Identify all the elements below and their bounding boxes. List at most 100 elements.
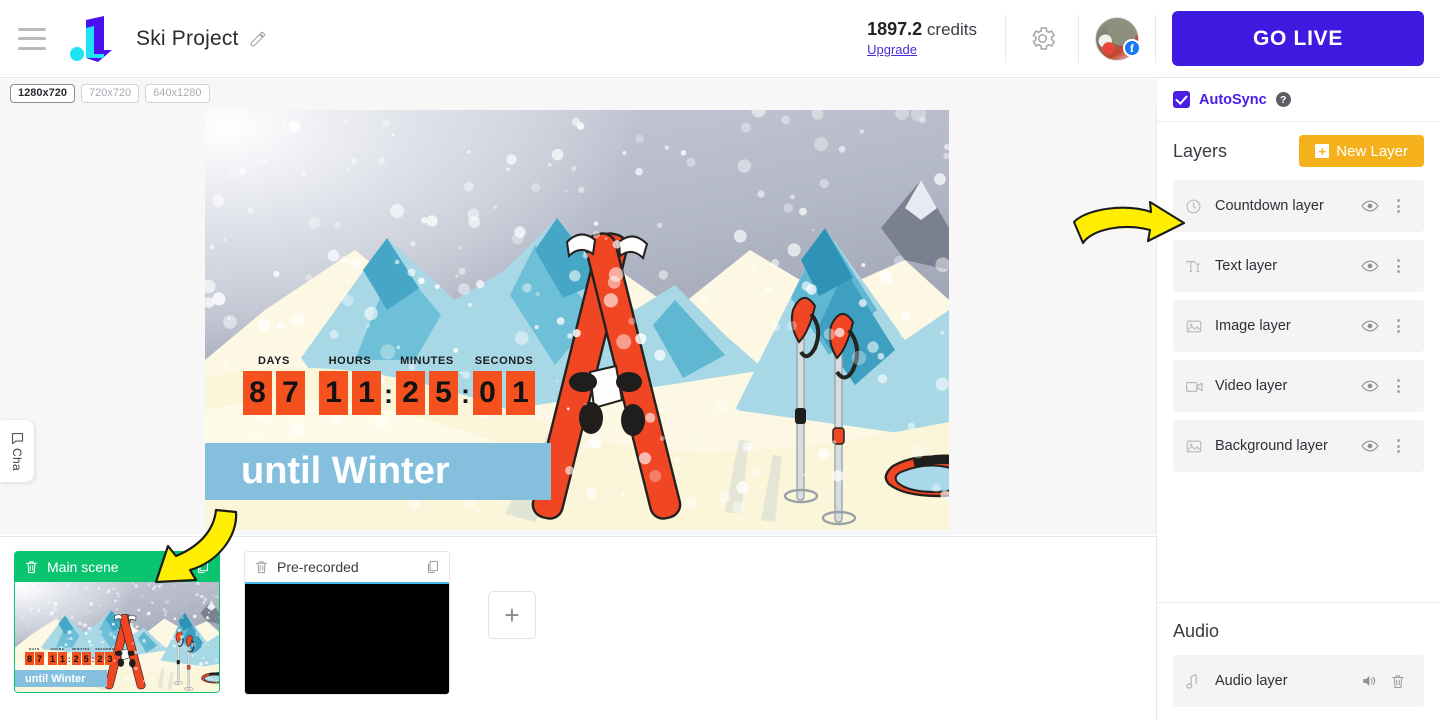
countdown-digit: 2 (396, 371, 425, 415)
hamburger-menu-icon[interactable] (18, 28, 46, 50)
scene-canvas[interactable]: DAYS 8 7 HOURS 1 1 : MINUTES 2 5: SECON… (205, 110, 949, 530)
autosync-label: AutoSync (1199, 92, 1267, 108)
go-live-button[interactable]: GO LIVE (1172, 11, 1424, 66)
countdown-digits-days: 8 7 (243, 371, 305, 415)
thumb-digits-hours: 1 1 (48, 652, 67, 665)
facebook-badge-icon: f (1123, 39, 1141, 57)
scene-card-pre-recorded[interactable]: Pre-recorded (244, 551, 450, 695)
countdown-group-days: DAYS 8 7 (243, 355, 305, 415)
text-layer-widget[interactable]: until Winter (205, 443, 551, 500)
avatar[interactable]: f (1079, 17, 1155, 61)
countdown-label-days: DAYS (258, 355, 290, 367)
plus-icon: + (1315, 144, 1329, 158)
countdown-layer-widget[interactable]: DAYS 8 7 HOURS 1 1 : MINUTES 2 5: SECON… (205, 355, 553, 415)
new-layer-button[interactable]: + New Layer (1299, 135, 1424, 167)
layer-name: Image layer (1215, 318, 1356, 334)
layer-row-text[interactable]: Text layer (1173, 240, 1424, 292)
autosync-row: AutoSync ? (1157, 78, 1440, 122)
countdown-label-seconds: SECONDS (475, 355, 534, 367)
chat-tab-label: Cha (10, 448, 24, 471)
thumb-label-days: DAYS (29, 647, 39, 651)
resolution-option-640x1280[interactable]: 640x1280 (145, 84, 209, 103)
pencil-icon[interactable] (249, 30, 267, 48)
duplicate-icon[interactable] (425, 559, 440, 575)
thumb-separator: : (68, 655, 71, 664)
thumb-separator: : (92, 655, 95, 664)
kebab-menu-icon[interactable] (1384, 319, 1412, 333)
layer-name: Countdown layer (1215, 198, 1356, 214)
kebab-menu-icon[interactable] (1384, 199, 1412, 213)
autosync-checkbox[interactable] (1173, 91, 1190, 108)
layers-header: Layers + New Layer (1157, 122, 1440, 180)
countdown-digits-minutes: 2 5 (396, 371, 458, 415)
page-title: Ski Project (136, 27, 239, 51)
thumb-countdown-groups: DAYS 8 7 HOURS 1 1: MINUTES 2 5: SECON… (15, 647, 175, 665)
duplicate-icon[interactable] (195, 559, 210, 575)
eye-icon[interactable] (1356, 439, 1384, 453)
image-icon (1185, 318, 1215, 335)
kebab-menu-icon[interactable] (1384, 379, 1412, 393)
text-icon (1185, 258, 1215, 275)
chat-tab[interactable]: Cha (0, 420, 34, 482)
gear-icon[interactable] (1006, 23, 1078, 54)
new-layer-label: New Layer (1336, 143, 1408, 160)
add-scene-button[interactable]: + (488, 591, 536, 639)
countdown-digit: 8 (243, 371, 272, 415)
trash-icon[interactable] (1384, 673, 1412, 690)
countdown-digit: 1 (48, 652, 57, 665)
layer-row-audio[interactable]: Audio layer (1173, 655, 1424, 707)
clock-icon (1185, 198, 1215, 215)
scene-thumbnail (245, 584, 449, 694)
countdown-digit: 5 (82, 652, 91, 665)
trash-icon[interactable] (24, 559, 39, 575)
countdown-separator: : (384, 379, 393, 410)
chat-bubble-icon (10, 431, 25, 446)
countdown-label-minutes: MINUTES (400, 355, 454, 367)
image-icon (1185, 438, 1215, 455)
scene-card-main-scene[interactable]: Main scene DAYS 8 7 HOURS 1 1: MINUTES … (14, 551, 220, 693)
countdown-group-hours: HOURS 1 1 (319, 355, 381, 415)
thumb-digits-seconds: 2 3 (95, 652, 114, 665)
layer-name: Audio layer (1215, 673, 1356, 689)
eye-icon[interactable] (1356, 379, 1384, 393)
layer-row-video[interactable]: Video layer (1173, 360, 1424, 412)
layer-row-image[interactable]: Image layer (1173, 300, 1424, 352)
scenes-bar: Main scene DAYS 8 7 HOURS 1 1: MINUTES … (0, 536, 1157, 720)
until-winter-text: until Winter (241, 450, 450, 493)
resolution-option-1280x720[interactable]: 1280x720 (10, 84, 75, 103)
trash-icon[interactable] (254, 559, 269, 575)
header-divider-3 (1155, 15, 1156, 63)
layer-row-background[interactable]: Background layer (1173, 420, 1424, 472)
scene-thumbnail: DAYS 8 7 HOURS 1 1: MINUTES 2 5: SECON… (15, 582, 219, 692)
resolution-option-720x720[interactable]: 720x720 (81, 84, 139, 103)
app-root: Ski Project 1897.2 credits Upgrade f GO (0, 0, 1440, 720)
layer-row-countdown[interactable]: Countdown layer (1173, 180, 1424, 232)
countdown-digits-seconds: 0 1 (473, 371, 535, 415)
countdown-digits-hours: 1 1 (319, 371, 381, 415)
thumb-until-text: until Winter (25, 673, 85, 685)
countdown-digit: 2 (95, 652, 104, 665)
countdown-separator: : (461, 379, 470, 410)
credits-word: credits (927, 20, 977, 39)
thumb-group-days: DAYS 8 7 (25, 647, 44, 665)
countdown-digit: 7 (276, 371, 305, 415)
countdown-group-seconds: SECONDS 0 1 (473, 355, 535, 415)
resolution-bar: 1280x720 720x720 640x1280 (0, 79, 1157, 107)
eye-icon[interactable] (1356, 259, 1384, 273)
kebab-menu-icon[interactable] (1384, 439, 1412, 453)
upgrade-link[interactable]: Upgrade (867, 42, 917, 57)
right-panel: AutoSync ? Layers + New Layer Countdown … (1157, 78, 1440, 720)
countdown-digit: 7 (35, 652, 44, 665)
kebab-menu-icon[interactable] (1384, 259, 1412, 273)
app-logo-icon[interactable] (68, 14, 120, 64)
app-header: Ski Project 1897.2 credits Upgrade f GO (0, 0, 1440, 78)
eye-icon[interactable] (1356, 199, 1384, 213)
speaker-icon[interactable] (1356, 673, 1384, 689)
scene-title: Pre-recorded (277, 559, 417, 575)
eye-icon[interactable] (1356, 319, 1384, 333)
thumb-until-bar: until Winter (15, 670, 107, 687)
layer-name: Text layer (1215, 258, 1356, 274)
thumb-label-hours: HOURS (51, 647, 65, 651)
scene-card-header: Main scene (15, 552, 219, 582)
question-mark-icon[interactable]: ? (1276, 92, 1291, 107)
